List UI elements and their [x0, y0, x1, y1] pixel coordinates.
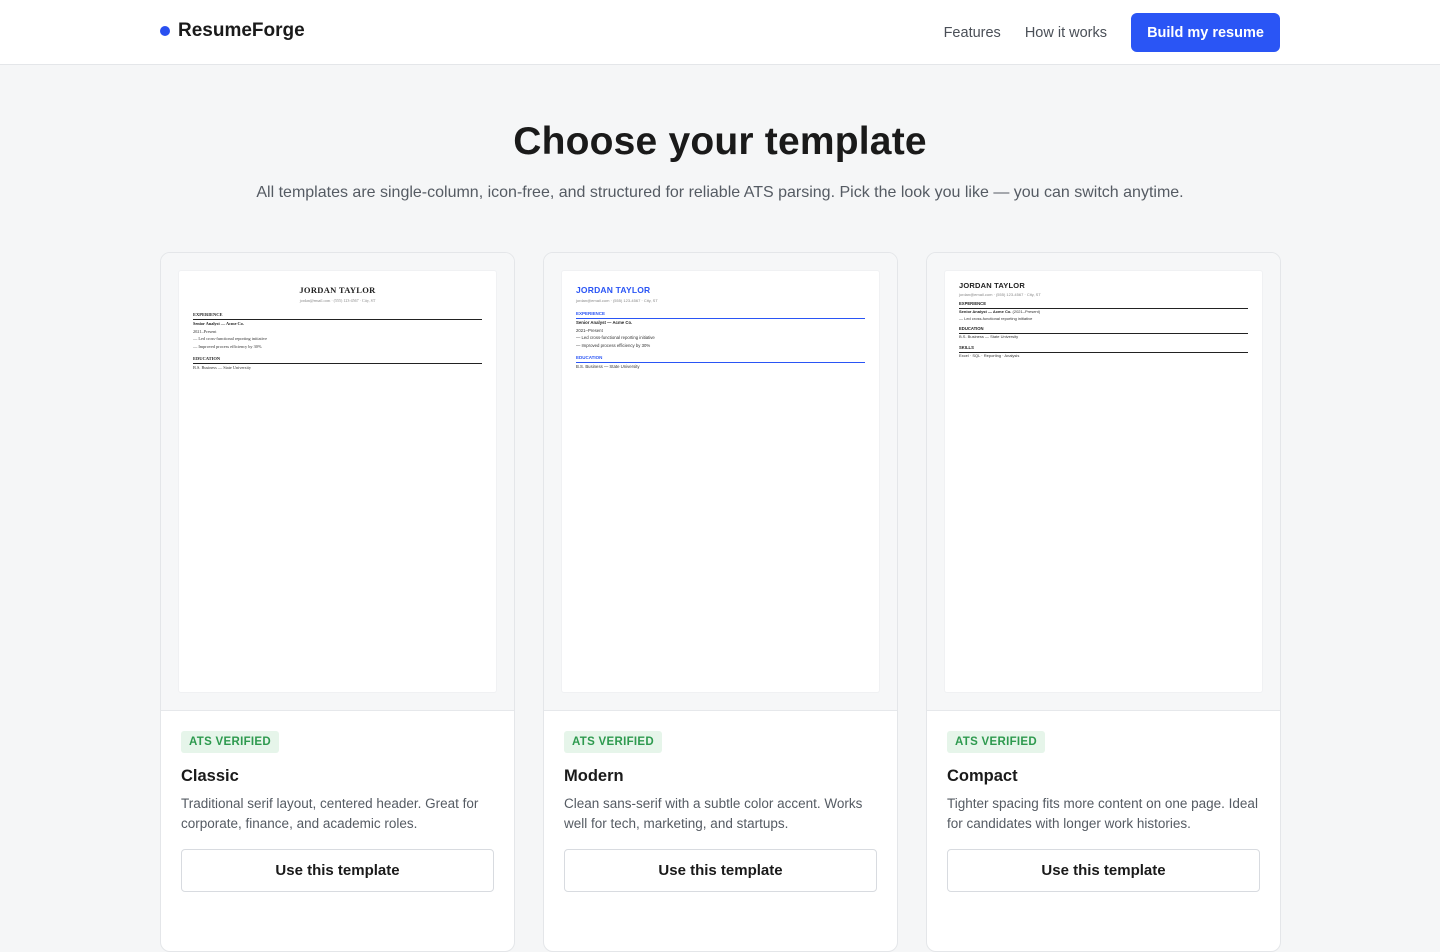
resume-section-heading: SKILLS	[959, 345, 1248, 353]
ats-verified-badge: ATS VERIFIED	[947, 731, 1045, 753]
use-template-button-classic[interactable]: Use this template	[181, 849, 494, 892]
resume-section-heading: EDUCATION	[576, 355, 865, 364]
resume-contact: jordan@email.com · (555) 123-4567 · City…	[299, 298, 376, 303]
resume-role: Senior Analyst — Acme Co.	[959, 309, 1012, 314]
resume-section-heading: EXPERIENCE	[959, 301, 1248, 309]
resume-dates: 2021–Present	[576, 327, 603, 333]
resume-name: JORDAN TAYLOR	[576, 285, 651, 295]
resume-bullet: — Led cross-functional reporting initiat…	[193, 336, 267, 342]
template-description: Clean sans-serif with a subtle color acc…	[564, 796, 863, 831]
template-card-body: ATS VERIFIED Modern Clean sans-serif wit…	[544, 711, 897, 912]
template-description: Tighter spacing fits more content on one…	[947, 796, 1258, 831]
ats-verified-badge: ATS VERIFIED	[181, 731, 279, 753]
template-description: Traditional serif layout, centered heade…	[181, 796, 479, 831]
main-nav: Features How it works Build my resume	[944, 13, 1280, 52]
resume-section-heading: EDUCATION	[193, 356, 482, 365]
template-card-classic: JORDAN TAYLOR jordan@email.com · (555) 1…	[160, 252, 515, 952]
use-template-button-compact[interactable]: Use this template	[947, 849, 1260, 892]
resume-section-heading: EXPERIENCE	[193, 312, 482, 320]
page-subtitle: All templates are single-column, icon-fr…	[256, 184, 1184, 201]
resume-role: Senior Analyst — Acme Co.	[576, 320, 633, 325]
resume-education: B.S. Business — State University	[959, 334, 1019, 340]
nav-link-features[interactable]: Features	[944, 25, 1001, 41]
template-card-list: JORDAN TAYLOR jordan@email.com · (555) 1…	[160, 252, 1281, 952]
resume-bullet: — Improved process efficiency by 30%	[576, 342, 651, 348]
nav-link-how-it-works[interactable]: How it works	[1025, 25, 1107, 41]
resume-bullet: — Led cross-functional reporting initiat…	[576, 335, 655, 341]
brand-dot-icon	[160, 26, 170, 36]
resume-section-heading: EXPERIENCE	[576, 311, 865, 319]
template-card-compact: JORDAN TAYLOR jordan@email.com · (555) 1…	[926, 252, 1281, 952]
build-resume-button[interactable]: Build my resume	[1131, 13, 1280, 52]
top-nav-bar: ResumeForge Features How it works Build …	[0, 0, 1440, 65]
template-card-modern: JORDAN TAYLOR jordan@email.com · (555) 1…	[543, 252, 898, 952]
template-card-body: ATS VERIFIED Compact Tighter spacing fit…	[927, 711, 1280, 912]
resume-contact: jordan@email.com · (555) 123-4567 · City…	[576, 298, 658, 303]
resume-preview-classic[interactable]: JORDAN TAYLOR jordan@email.com · (555) 1…	[179, 271, 496, 692]
brand-logo[interactable]: ResumeForge	[160, 20, 305, 42]
template-preview-area: JORDAN TAYLOR jordan@email.com · (555) 1…	[927, 253, 1280, 711]
resume-education: B.S. Business — State University	[193, 365, 252, 371]
resume-preview-modern[interactable]: JORDAN TAYLOR jordan@email.com · (555) 1…	[562, 271, 879, 692]
resume-preview-compact[interactable]: JORDAN TAYLOR jordan@email.com · (555) 1…	[945, 271, 1262, 692]
template-name: Modern	[564, 767, 624, 785]
template-preview-area: JORDAN TAYLOR jordan@email.com · (555) 1…	[544, 253, 897, 711]
resume-name: JORDAN TAYLOR	[299, 285, 376, 295]
brand-name: ResumeForge	[178, 20, 305, 41]
resume-contact: jordan@email.com · (555) 123-4567 · City…	[959, 292, 1041, 297]
resume-section-heading: EDUCATION	[959, 326, 1248, 335]
resume-name: JORDAN TAYLOR	[959, 281, 1025, 290]
page-title: Choose your template	[513, 120, 927, 163]
template-card-body: ATS VERIFIED Classic Traditional serif l…	[161, 711, 514, 912]
ats-verified-badge: ATS VERIFIED	[564, 731, 662, 753]
hero-section: Choose your template All templates are s…	[0, 65, 1440, 202]
template-name: Compact	[947, 767, 1018, 785]
use-template-button-modern[interactable]: Use this template	[564, 849, 877, 892]
resume-bullet: — Led cross-functional reporting initiat…	[959, 315, 1033, 321]
resume-dates: (2021–Present)	[1012, 309, 1041, 314]
resume-role-line: Senior Analyst — Acme Co. (2021–Present)	[959, 309, 1248, 316]
resume-education: B.S. Business — State University	[576, 364, 640, 370]
resume-skills: Excel · SQL · Reporting · Analysis	[959, 352, 1020, 358]
template-preview-area: JORDAN TAYLOR jordan@email.com · (555) 1…	[161, 253, 514, 711]
resume-bullet: — Improved process efficiency by 30%	[193, 343, 262, 349]
template-name: Classic	[181, 767, 239, 785]
resume-role: Senior Analyst — Acme Co.	[193, 321, 244, 326]
resume-dates: 2021–Present	[193, 328, 217, 334]
